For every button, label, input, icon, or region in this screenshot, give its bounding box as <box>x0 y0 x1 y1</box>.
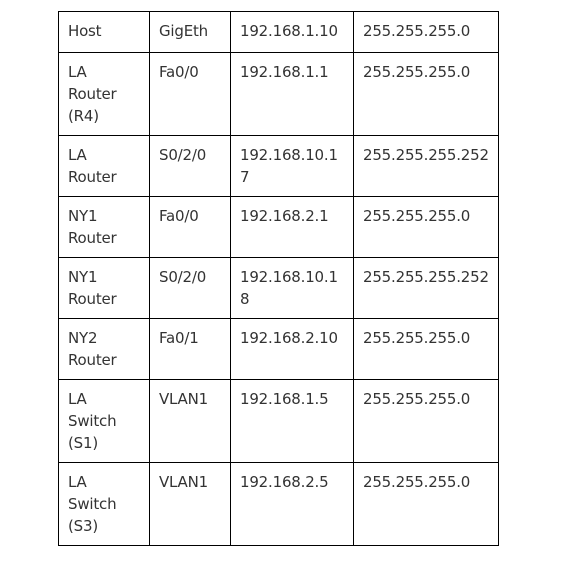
table-row: LA Router (R4) Fa0/0 192.168.1.1 255.255… <box>58 52 499 136</box>
ip-address-cell: 192.168.2.5 <box>230 462 354 546</box>
subnet-mask-cell: 255.255.255.252 <box>353 257 499 319</box>
device-name: LA Router (R4) <box>68 63 117 125</box>
interface-cell: Fa0/0 <box>149 52 231 136</box>
device-cell: LA Router (R4) <box>58 52 150 136</box>
subnet-mask-cell: 255.255.255.0 <box>353 11 499 53</box>
table-row: LA Router S0/2/0 192.168.10.17 255.255.2… <box>58 135 499 197</box>
subnet-mask-cell: 255.255.255.0 <box>353 318 499 380</box>
ip-address-cell: 192.168.1.10 <box>230 11 354 53</box>
addressing-table: Host GigEth 192.168.1.10 255.255.255.0 L… <box>58 11 499 546</box>
table-row: LA Switch (S3) VLAN1 192.168.2.5 255.255… <box>58 462 499 546</box>
interface-cell: VLAN1 <box>149 379 231 463</box>
ip-address-cell: 192.168.1.5 <box>230 379 354 463</box>
table-row: NY1 Router S0/2/0 192.168.10.18 255.255.… <box>58 257 499 319</box>
table-row: NY2 Router Fa0/1 192.168.2.10 255.255.25… <box>58 318 499 380</box>
device-name: NY2 Router <box>68 329 117 369</box>
device-name: LA Switch (S1) <box>68 390 117 452</box>
device-name: NY1 Router <box>68 207 117 247</box>
device-name: LA Switch (S3) <box>68 473 117 535</box>
table-row: LA Switch (S1) VLAN1 192.168.1.5 255.255… <box>58 379 499 463</box>
device-cell: NY2 Router <box>58 318 150 380</box>
ip-address-cell: 192.168.10.18 <box>230 257 354 319</box>
device-name: Host <box>68 22 102 40</box>
table-row: NY1 Router Fa0/0 192.168.2.1 255.255.255… <box>58 196 499 258</box>
interface-cell: GigEth <box>149 11 231 53</box>
subnet-mask-cell: 255.255.255.0 <box>353 379 499 463</box>
ip-address-cell: 192.168.2.10 <box>230 318 354 380</box>
subnet-mask-cell: 255.255.255.252 <box>353 135 499 197</box>
table-row: Host GigEth 192.168.1.10 255.255.255.0 <box>58 11 499 53</box>
interface-cell: S0/2/0 <box>149 257 231 319</box>
interface-cell: Fa0/1 <box>149 318 231 380</box>
subnet-mask-cell: 255.255.255.0 <box>353 52 499 136</box>
device-cell: LA Router <box>58 135 150 197</box>
device-cell: Host <box>58 11 150 53</box>
subnet-mask-cell: 255.255.255.0 <box>353 196 499 258</box>
device-name: NY1 Router <box>68 268 117 308</box>
interface-cell: S0/2/0 <box>149 135 231 197</box>
device-cell: NY1 Router <box>58 196 150 258</box>
device-cell: LA Switch (S3) <box>58 462 150 546</box>
device-cell: LA Switch (S1) <box>58 379 150 463</box>
ip-address-cell: 192.168.1.1 <box>230 52 354 136</box>
ip-address-cell: 192.168.2.1 <box>230 196 354 258</box>
device-cell: NY1 Router <box>58 257 150 319</box>
interface-cell: VLAN1 <box>149 462 231 546</box>
ip-address-cell: 192.168.10.17 <box>230 135 354 197</box>
subnet-mask-cell: 255.255.255.0 <box>353 462 499 546</box>
interface-cell: Fa0/0 <box>149 196 231 258</box>
device-name: LA Router <box>68 146 117 186</box>
